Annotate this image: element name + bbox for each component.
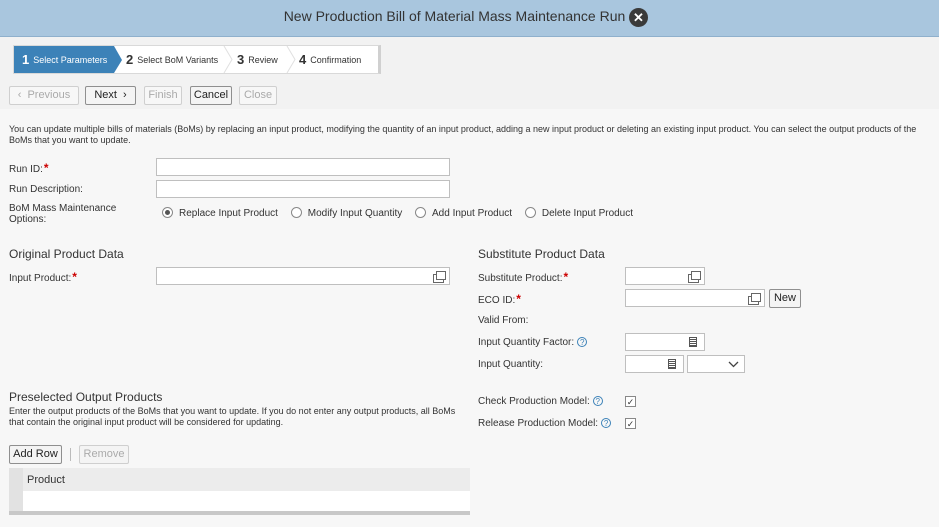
- bom-options-radio-group: Replace Input Product Modify Input Quant…: [162, 207, 643, 219]
- check-production-model-checkbox[interactable]: ✓: [625, 396, 636, 407]
- radio-replace-input-product[interactable]: Replace Input Product: [162, 207, 278, 219]
- step-select-parameters[interactable]: 1 Select Parameters: [14, 46, 122, 73]
- input-product-label: Input Product:*: [9, 270, 77, 284]
- close-button[interactable]: Close: [239, 86, 277, 105]
- step-label: Select BoM Variants: [137, 55, 219, 65]
- content-panel: [0, 109, 939, 527]
- step-number: 4: [299, 52, 307, 67]
- cancel-button[interactable]: Cancel: [190, 86, 232, 105]
- finish-button[interactable]: Finish: [144, 86, 182, 105]
- chevron-right-icon: ›: [122, 89, 127, 101]
- help-icon[interactable]: ?: [577, 337, 588, 347]
- step-review[interactable]: 3 Review: [237, 46, 278, 73]
- original-product-heading: Original Product Data: [9, 247, 124, 261]
- required-marker: *: [72, 270, 77, 284]
- help-icon[interactable]: ?: [601, 418, 612, 428]
- step-label: Review: [248, 55, 278, 65]
- value-help-icon[interactable]: [748, 293, 761, 305]
- table-scrollbar[interactable]: [9, 511, 470, 515]
- input-product-input[interactable]: [156, 267, 450, 285]
- valid-from-label: Valid From:: [478, 315, 529, 326]
- eco-id-label: ECO ID:*: [478, 292, 521, 306]
- wizard-steps: 1 Select Parameters 2 Select BoM Variants …: [13, 45, 381, 74]
- release-production-model-checkbox[interactable]: ✓: [625, 418, 636, 429]
- new-eco-button[interactable]: New: [769, 289, 801, 308]
- required-marker: *: [516, 292, 521, 306]
- input-quantity-unit-select[interactable]: [687, 355, 745, 373]
- value-help-icon[interactable]: [433, 271, 446, 283]
- substitute-product-input[interactable]: [625, 267, 705, 285]
- products-table-header: Product: [9, 468, 470, 491]
- preselected-output-heading: Preselected Output Products: [9, 390, 163, 404]
- next-button[interactable]: Next ›: [85, 86, 136, 105]
- input-quantity-factor-input[interactable]: [625, 333, 705, 351]
- radio-button[interactable]: [524, 207, 536, 218]
- chevron-down-icon: [728, 361, 739, 368]
- close-icon[interactable]: ✕: [629, 8, 648, 27]
- run-id-input[interactable]: [156, 158, 450, 176]
- bom-options-label: BoM Mass Maintenance Options:: [9, 203, 117, 225]
- help-icon[interactable]: ?: [592, 396, 603, 406]
- eco-id-input[interactable]: [625, 289, 765, 307]
- input-quantity-input[interactable]: [625, 355, 684, 373]
- calculator-icon[interactable]: [668, 359, 676, 369]
- value-help-icon[interactable]: [688, 271, 701, 283]
- table-row[interactable]: [9, 491, 470, 511]
- step-separator: [223, 46, 233, 73]
- input-quantity-label: Input Quantity:: [478, 359, 544, 370]
- step-number: 1: [22, 52, 30, 67]
- radio-delete-input-product[interactable]: Delete Input Product: [524, 207, 633, 219]
- add-row-button[interactable]: Add Row: [9, 445, 62, 464]
- chevron-left-icon: ‹: [17, 89, 22, 101]
- run-description-input[interactable]: [156, 180, 450, 198]
- intro-text: You can update multiple bills of materia…: [9, 124, 917, 145]
- release-production-model-label: Release Production Model:?: [478, 418, 612, 429]
- row-selector[interactable]: [9, 491, 23, 511]
- row-selector-column: [9, 468, 23, 491]
- calculator-icon[interactable]: [689, 337, 697, 347]
- column-header-product[interactable]: Product: [27, 474, 65, 486]
- required-marker: *: [563, 270, 569, 284]
- dialog-title-bar: New Production Bill of Material Mass Mai…: [0, 0, 939, 37]
- step-number: 2: [126, 52, 134, 67]
- step-number: 3: [237, 52, 245, 67]
- radio-button[interactable]: [290, 207, 302, 218]
- radio-button[interactable]: [162, 207, 173, 218]
- substitute-product-label: Substitute Product:*: [478, 270, 569, 284]
- step-label: Select Parameters: [33, 55, 108, 65]
- run-id-label: Run ID:*: [9, 161, 49, 175]
- step-select-bom-variants[interactable]: 2 Select BoM Variants: [126, 46, 218, 73]
- run-description-label: Run Description:: [9, 184, 83, 195]
- input-quantity-factor-label: Input Quantity Factor:?: [478, 337, 588, 348]
- step-label: Confirmation: [310, 55, 362, 65]
- step-separator: [286, 46, 296, 73]
- check-production-model-label: Check Production Model:?: [478, 396, 603, 407]
- step-confirmation[interactable]: 4 Confirmation: [299, 46, 361, 73]
- dialog-title: New Production Bill of Material Mass Mai…: [283, 8, 626, 24]
- remove-button[interactable]: Remove: [79, 445, 129, 464]
- radio-modify-input-quantity[interactable]: Modify Input Quantity: [290, 207, 402, 219]
- preselected-output-description: Enter the output products of the BoMs th…: [9, 406, 456, 427]
- radio-button[interactable]: [415, 207, 427, 218]
- radio-add-input-product[interactable]: Add Input Product: [415, 207, 512, 219]
- previous-button[interactable]: ‹ Previous: [9, 86, 79, 105]
- required-marker: *: [43, 161, 49, 175]
- substitute-product-heading: Substitute Product Data: [478, 247, 605, 261]
- toolbar-divider: [70, 448, 71, 461]
